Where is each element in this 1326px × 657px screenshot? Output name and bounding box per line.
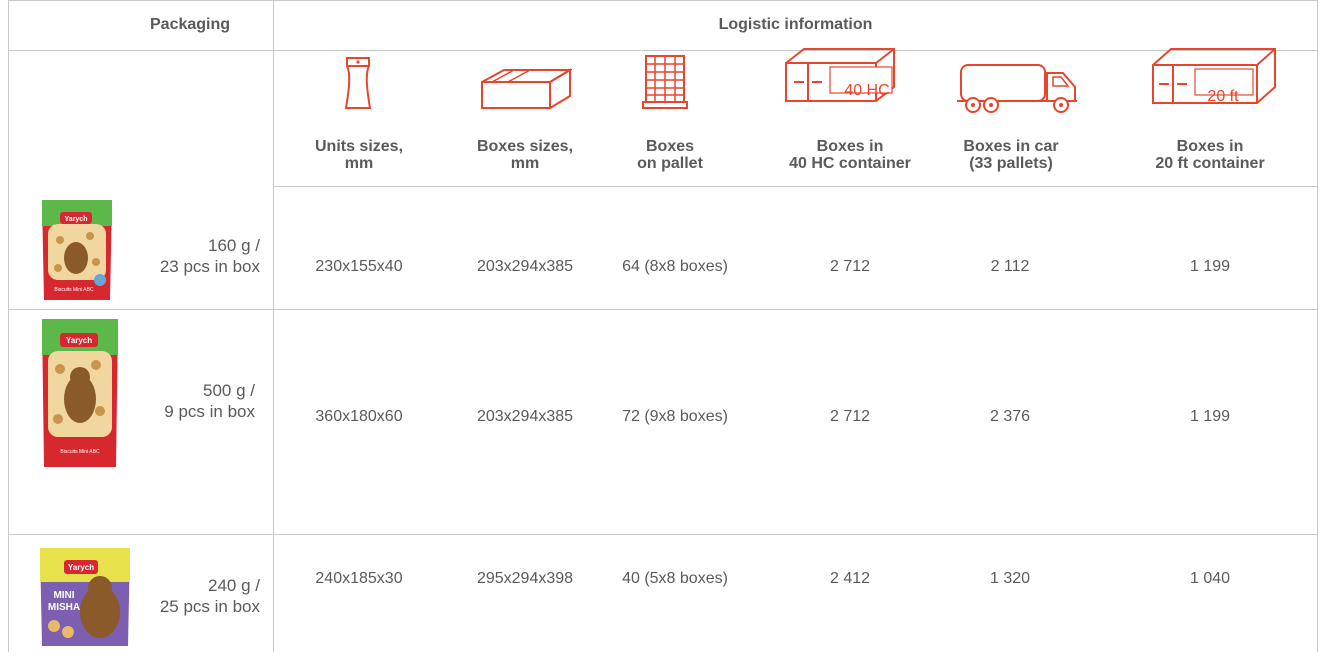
col-boxes-40hc: Boxes in 40 HC container — [789, 138, 911, 172]
cell-boxes-40hc: 2 712 — [829, 408, 871, 425]
svg-text:MISHA: MISHA — [48, 602, 80, 613]
col-boxes-sizes: Boxes sizes, mm — [476, 138, 574, 172]
cell-units-sizes: 360x180x60 — [315, 408, 403, 425]
cell-boxes-in-car: 2 376 — [989, 408, 1031, 425]
container-20ft-label: 20 ft — [1207, 88, 1239, 105]
logistic-header: Logistic information — [718, 16, 873, 33]
table-right-border — [1317, 0, 1318, 652]
cell-boxes-sizes: 203x294x385 — [476, 408, 574, 425]
cell-boxes-20ft: 1 040 — [1189, 570, 1231, 587]
svg-text:Biscuits Mini ABC: Biscuits Mini ABC — [60, 449, 100, 455]
pallet-icon — [630, 55, 700, 110]
col-units-sizes: Units sizes, mm — [314, 138, 404, 172]
cell-units-sizes: 230x155x40 — [315, 258, 403, 275]
col-boxes-20ft: Boxes in 20 ft container — [1155, 138, 1265, 172]
cell-boxes-in-car: 1 320 — [989, 570, 1031, 587]
cell-boxes-on-pallet: 72 (9x8 boxes) — [622, 408, 728, 425]
box-icon — [476, 55, 576, 110]
col-boxes-in-car: Boxes in car (33 pallets) — [963, 138, 1059, 172]
svg-text:Yarych: Yarych — [68, 563, 94, 572]
cell-boxes-sizes: 203x294x385 — [476, 258, 574, 275]
product-image-160g: Yarych Biscuits Mini ABC — [40, 196, 114, 311]
packaging-header: Packaging — [150, 16, 231, 33]
product-image-500g: Yarych Biscuits Mini ABC — [40, 315, 120, 478]
col-boxes-on-pallet: Boxes on pallet — [637, 138, 703, 172]
packaging-row-1: 160 g / 23 pcs in box — [159, 236, 260, 276]
packaging-row-3: 240 g / 25 pcs in box — [159, 576, 260, 616]
cell-boxes-sizes: 295x294x398 — [476, 570, 574, 587]
cell-boxes-20ft: 1 199 — [1189, 408, 1231, 425]
container-40hc-label: 40 HC — [844, 82, 890, 99]
header-divider — [8, 50, 1318, 51]
product-image-240g: Yarych MINI MISHA — [38, 542, 132, 657]
table-left-border — [8, 0, 9, 652]
svg-text:MINI: MINI — [53, 590, 74, 601]
cell-boxes-on-pallet: 64 (8x8 boxes) — [622, 258, 728, 275]
cell-boxes-on-pallet: 40 (5x8 boxes) — [622, 570, 728, 587]
column-divider — [273, 0, 274, 652]
truck-icon — [952, 60, 1082, 115]
cell-units-sizes: 240x185x30 — [315, 570, 403, 587]
row-divider-1 — [8, 309, 1318, 310]
cell-boxes-20ft: 1 199 — [1189, 258, 1231, 275]
svg-text:Yarych: Yarych — [65, 216, 88, 223]
cell-boxes-40hc: 2 712 — [829, 258, 871, 275]
svg-text:Biscuits Mini ABC: Biscuits Mini ABC — [54, 287, 94, 293]
row-divider-2 — [8, 534, 1318, 535]
packaging-row-2: 500 g / 9 pcs in box — [164, 381, 255, 421]
subheader-divider — [273, 186, 1318, 187]
cell-boxes-in-car: 2 112 — [990, 258, 1030, 275]
cell-boxes-40hc: 2 412 — [829, 570, 871, 587]
svg-text:Yarych: Yarych — [66, 336, 92, 345]
pouch-icon — [330, 55, 386, 110]
